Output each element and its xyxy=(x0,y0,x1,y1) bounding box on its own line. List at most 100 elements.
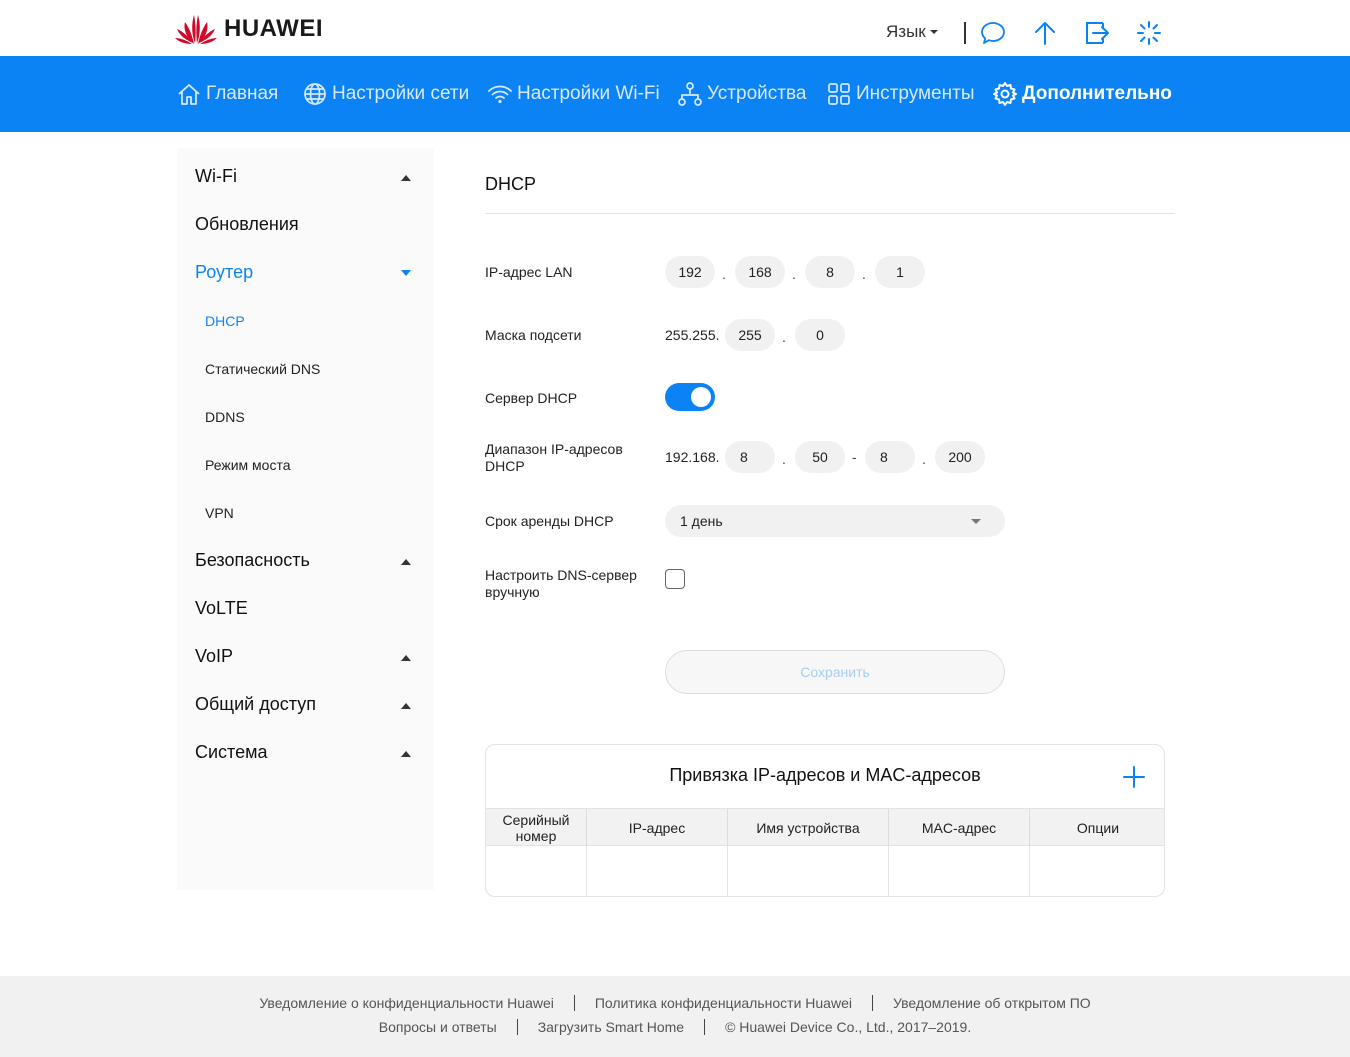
lan-ip-octet-4[interactable]: 1 xyxy=(875,256,925,288)
footer-link-privacy-notice[interactable]: Уведомление о конфиденциальности Huawei xyxy=(259,995,554,1011)
sidebar-subitem-static-dns[interactable]: Статический DNS xyxy=(205,359,320,379)
sidebar: Wi-Fi Обновления Роутер DHCP Статический… xyxy=(177,148,434,890)
message-icon[interactable] xyxy=(980,20,1006,46)
dhcp-range-start-octet-4[interactable]: 50 xyxy=(795,441,845,473)
footer-link-open-source[interactable]: Уведомление об открытом ПО xyxy=(893,995,1091,1011)
sidebar-item-updates[interactable]: Обновления xyxy=(195,210,299,238)
footer-links-row-1: Уведомление о конфиденциальности Huawei … xyxy=(0,995,1350,1011)
footer-links-row-2: Вопросы и ответы Загрузить Smart Home © … xyxy=(0,1019,1350,1035)
dot-separator: . xyxy=(922,451,926,467)
dhcp-range-label: Диапазон IP-адресов DHCP xyxy=(485,441,623,474)
title-divider xyxy=(485,213,1175,214)
globe-icon xyxy=(304,83,326,105)
language-label: Язык xyxy=(886,22,926,41)
footer-copyright: © Huawei Device Co., Ltd., 2017–2019. xyxy=(725,1019,972,1035)
lan-ip-octet-3[interactable]: 8 xyxy=(805,256,855,288)
sidebar-subitem-bridge-mode[interactable]: Режим моста xyxy=(205,455,291,475)
huawei-logo[interactable]: HUAWEI xyxy=(174,12,323,46)
nav-item-wifi[interactable]: Настройки Wi-Fi xyxy=(487,56,660,132)
sidebar-item-voip[interactable]: VoIP xyxy=(195,642,233,670)
footer-divider xyxy=(871,995,873,1011)
manual-dns-label: Настроить DNS-сервер вручную xyxy=(485,567,637,600)
nav-label: Настройки Wi-Fi xyxy=(517,83,660,104)
toggle-knob xyxy=(691,387,711,407)
header-divider xyxy=(964,22,966,44)
dhcp-server-toggle[interactable] xyxy=(665,383,715,411)
footer-divider xyxy=(516,1019,518,1035)
brand-name: HUAWEI xyxy=(224,15,323,42)
manual-dns-checkbox[interactable] xyxy=(665,569,685,589)
subnet-mask-octet-4[interactable]: 0 xyxy=(795,319,845,351)
footer-link-faq[interactable]: Вопросы и ответы xyxy=(379,1019,497,1035)
dhcp-range-end-octet-4[interactable]: 200 xyxy=(935,441,985,473)
dhcp-server-label: Сервер DHCP xyxy=(485,390,578,406)
subnet-mask-prefix: 255.255. xyxy=(665,327,720,343)
column-header-ip: IP-адрес xyxy=(587,809,728,847)
nav-item-tools[interactable]: Инструменты xyxy=(826,56,974,132)
sidebar-item-label: Общий доступ xyxy=(195,693,316,714)
upload-icon[interactable] xyxy=(1032,20,1058,46)
sidebar-item-sharing[interactable]: Общий доступ xyxy=(195,690,316,718)
sidebar-item-label: Безопасность xyxy=(195,549,310,570)
footer-link-smart-home[interactable]: Загрузить Smart Home xyxy=(538,1019,684,1035)
sidebar-item-label: Обновления xyxy=(195,213,299,234)
top-bar: HUAWEI Язык xyxy=(0,0,1350,56)
save-button[interactable]: Сохранить xyxy=(665,650,1005,694)
loading-icon[interactable] xyxy=(1136,20,1162,46)
chevron-down-icon[interactable] xyxy=(401,270,411,276)
sidebar-item-label: DHCP xyxy=(205,313,245,329)
dot-separator: . xyxy=(862,266,866,282)
lease-time-select[interactable]: 1 день xyxy=(665,505,1005,537)
chevron-up-icon[interactable] xyxy=(401,175,411,181)
table-cell xyxy=(587,846,728,896)
nav-label: Инструменты xyxy=(856,83,975,104)
range-separator: - xyxy=(852,449,857,465)
column-header-mac: MAC-адрес xyxy=(889,809,1030,847)
add-icon[interactable] xyxy=(1122,765,1146,789)
ip-mac-binding-card: Привязка IP-адресов и MAC-адресов Серийн… xyxy=(485,744,1165,897)
nav-label: Настройки сети xyxy=(332,83,470,104)
sidebar-item-router[interactable]: Роутер xyxy=(195,258,253,286)
binding-table-title: Привязка IP-адресов и MAC-адресов xyxy=(669,765,981,785)
lease-time-value: 1 день xyxy=(680,513,723,529)
logout-icon[interactable] xyxy=(1084,20,1110,46)
wifi-icon xyxy=(488,85,512,104)
sidebar-item-label: DDNS xyxy=(205,409,245,425)
nav-item-network[interactable]: Настройки сети xyxy=(302,56,469,132)
column-header-serial: Серийный номер xyxy=(486,809,587,847)
subnet-mask-octet-3[interactable]: 255 xyxy=(725,319,775,351)
dot-separator: . xyxy=(792,266,796,282)
sidebar-subitem-dhcp[interactable]: DHCP xyxy=(205,311,245,331)
sidebar-item-security[interactable]: Безопасность xyxy=(195,546,310,574)
sidebar-item-system[interactable]: Система xyxy=(195,738,268,766)
sidebar-item-label: Режим моста xyxy=(205,457,291,473)
footer-link-privacy-policy[interactable]: Политика конфиденциальности Huawei xyxy=(595,995,852,1011)
sidebar-item-label: Wi-Fi xyxy=(195,165,237,186)
lan-ip-octet-1[interactable]: 192 xyxy=(665,256,715,288)
footer-divider xyxy=(704,1019,706,1035)
nav-item-devices[interactable]: Устройства xyxy=(677,56,806,132)
sidebar-item-label: VoLTE xyxy=(195,597,248,618)
sidebar-subitem-ddns[interactable]: DDNS xyxy=(205,407,245,427)
chevron-up-icon[interactable] xyxy=(401,751,411,757)
sidebar-item-volte[interactable]: VoLTE xyxy=(195,594,248,622)
dhcp-range-end-octet-3[interactable]: 8 xyxy=(865,441,915,473)
sidebar-subitem-vpn[interactable]: VPN xyxy=(205,503,234,523)
lan-ip-octet-2[interactable]: 168 xyxy=(735,256,785,288)
dhcp-range-start-octet-3[interactable]: 8 xyxy=(725,441,775,473)
nav-item-advanced[interactable]: Дополнительно xyxy=(992,56,1172,132)
sidebar-item-label: VoIP xyxy=(195,645,234,666)
column-header-options: Опции xyxy=(1076,820,1120,836)
dot-separator: . xyxy=(782,451,786,467)
chevron-up-icon[interactable] xyxy=(401,655,411,661)
language-selector[interactable]: Язык xyxy=(886,22,938,42)
page-title: DHCP xyxy=(485,174,537,194)
nav-item-home[interactable]: Главная xyxy=(176,56,278,132)
lan-ip-label: IP-адрес LAN xyxy=(485,264,573,280)
sidebar-item-wifi[interactable]: Wi-Fi xyxy=(195,162,237,190)
chevron-up-icon[interactable] xyxy=(401,703,411,709)
column-header-device-name: Имя устройства xyxy=(728,809,889,847)
table-cell xyxy=(728,846,889,896)
chevron-up-icon[interactable] xyxy=(401,559,411,565)
dot-separator: . xyxy=(722,266,726,282)
